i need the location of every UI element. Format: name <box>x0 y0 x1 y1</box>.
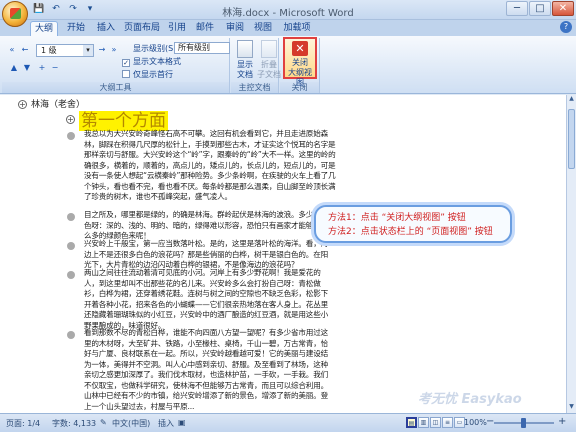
outline-view-button[interactable]: ≡ <box>442 417 453 428</box>
collapse-icon[interactable]: − <box>49 62 61 73</box>
collapse-subdocuments-label: 折叠 子文档 <box>257 60 281 79</box>
office-button[interactable] <box>2 1 28 27</box>
tab-addins[interactable]: 加载项 <box>282 21 312 36</box>
reading-view-button[interactable]: ▥ <box>418 417 429 428</box>
demote-to-body-icon[interactable]: » <box>108 44 120 55</box>
document-area[interactable]: + 林海（老舍） + 第一个方面 我总以为大兴安岭奇峰怪石高不可攀。这回有机会看到它… <box>0 95 566 413</box>
body-bullet-icon[interactable] <box>67 213 75 221</box>
subdocument-icon <box>261 40 277 58</box>
tab-review[interactable]: 审阅 <box>224 21 246 36</box>
zoom-in-button[interactable]: + <box>558 416 566 427</box>
group-outline-tools: « ← 1 级 ▾ → » ▲ ▼ + − 显示级别(S): 所有级别 ✓ 显示文… <box>2 38 230 93</box>
maximize-button[interactable]: □ <box>529 1 551 16</box>
title-bar: 💾 ↶ ↷ ▾ 林海.docx - Microsoft Word ─ □ ✕ <box>0 0 576 20</box>
outline-level-value: 1 级 <box>41 46 57 55</box>
group-master-document: 显示 文档 折叠 子文档 主控文档 <box>231 38 281 93</box>
paragraph-5[interactable]: 看到那数不尽的青松白桦，谁能不向四面八方望一望呢？有多少省市用过这里的木材呀，大… <box>84 328 330 412</box>
tab-mailings[interactable]: 邮件 <box>194 21 216 36</box>
close-outline-view-button[interactable]: ✕ 关闭 大纲视图 <box>283 37 317 87</box>
expand-plus-icon[interactable]: + <box>18 100 27 109</box>
tab-outline[interactable]: 大纲 <box>30 21 58 36</box>
show-level-label: 显示级别(S): <box>133 44 180 53</box>
tab-page-layout[interactable]: 页面布局 <box>122 21 162 36</box>
ribbon-tabs: 大纲 开始 插入 页面布局 引用 邮件 审阅 视图 加载项 <box>0 20 576 36</box>
outline-level-select[interactable]: 1 级 ▾ <box>36 44 94 57</box>
chevron-down-icon: ▾ <box>83 45 93 56</box>
collapse-subdocuments-button[interactable]: 折叠 子文档 <box>255 40 283 80</box>
promote-to-heading1-icon[interactable]: « <box>6 44 18 55</box>
expand-plus-icon[interactable]: + <box>66 115 75 124</box>
body-bullet-icon[interactable] <box>67 132 75 140</box>
ribbon: « ← 1 级 ▾ → » ▲ ▼ + − 显示级别(S): 所有级别 ✓ 显示文… <box>0 36 576 94</box>
callout-method-1: 方法1：点击 “关闭大纲视图” 按钮 <box>328 213 466 223</box>
h1-text: 第一个方面 <box>79 111 168 131</box>
page-indicator[interactable]: 页面: 1/4 <box>6 418 40 429</box>
move-up-icon[interactable]: ▲ <box>8 62 20 73</box>
paragraph-3[interactable]: 兴安岭上千般宝，第一应当数落叶松。是的，这里是落叶松的海洋。看，海边上不是还很多… <box>84 239 330 271</box>
vertical-scrollbar[interactable]: ▲ ▼ <box>566 95 576 413</box>
show-text-format-label: 显示文本格式 <box>133 57 181 66</box>
show-text-format-checkbox[interactable]: ✓ <box>122 59 130 67</box>
move-down-icon[interactable]: ▼ <box>21 62 33 73</box>
document-icon <box>237 40 253 58</box>
window-title: 林海.docx - Microsoft Word <box>222 8 354 19</box>
window-controls: ─ □ ✕ <box>506 1 574 16</box>
close-window-button[interactable]: ✕ <box>552 1 574 16</box>
page-view-button[interactable]: ▤ <box>406 417 417 428</box>
show-first-line-row[interactable]: 仅显示首行 <box>122 69 173 80</box>
show-first-line-checkbox[interactable] <box>122 70 130 78</box>
insert-mode-indicator[interactable]: 插入 <box>158 418 174 429</box>
paragraph-4[interactable]: 两山之间往往流动着清可见底的小河。河岸上有多少野花啊！我是爱花的人，到这里却叫不… <box>84 268 330 331</box>
show-text-format-row[interactable]: ✓ 显示文本格式 <box>122 56 181 67</box>
tab-references[interactable]: 引用 <box>166 21 188 36</box>
body-bullet-icon[interactable] <box>67 271 75 279</box>
close-outline-label-line1: 关闭 <box>292 58 308 67</box>
expand-icon[interactable]: + <box>36 62 48 73</box>
show-level-value: 所有级别 <box>178 43 210 52</box>
show-level-row: 显示级别(S): <box>122 43 179 54</box>
spell-check-icon[interactable]: ✎ <box>100 418 107 427</box>
show-document-label: 显示 文档 <box>237 60 253 79</box>
macro-record-icon[interactable]: ▣ <box>178 418 186 427</box>
tab-view[interactable]: 视图 <box>252 21 274 36</box>
show-first-line-label: 仅显示首行 <box>133 70 173 79</box>
master-document-group-label: 主控文档 <box>231 82 278 93</box>
scrollbar-thumb[interactable] <box>568 109 575 169</box>
tab-insert[interactable]: 插入 <box>94 21 118 36</box>
watermark-logo: 考无忧 Easykao <box>418 392 522 407</box>
body-bullet-icon[interactable] <box>67 242 75 250</box>
paragraph-2[interactable]: 目之所及，哪里都是绿的，的确是林海。群岭起伏是林海的波浪。多少种绿颜色呀：深的、… <box>84 210 336 242</box>
language-indicator[interactable]: 中文(中国) <box>112 418 150 429</box>
word-count[interactable]: 字数: 4,133 <box>52 418 96 429</box>
paragraph-1[interactable]: 我总以为大兴安岭奇峰怪石高不可攀。这回有机会看到它，并且走进原始森林，脚踩在积得… <box>84 129 336 213</box>
close-icon: ✕ <box>292 41 308 56</box>
web-layout-button[interactable]: ◫ <box>430 417 441 428</box>
outline-h1[interactable]: + 第一个方面 <box>66 106 168 131</box>
close-outline-label-line2: 大纲视图 <box>288 68 312 87</box>
callout-method-2: 方法2：点击状态栏上的 “页面视图” 按钮 <box>328 227 493 237</box>
promote-icon[interactable]: ← <box>19 44 31 55</box>
instruction-callout: 方法1：点击 “关闭大纲视图” 按钮 方法2：点击状态栏上的 “页面视图” 按钮 <box>314 205 512 243</box>
minimize-button[interactable]: ─ <box>506 1 528 16</box>
scroll-down-icon[interactable]: ▼ <box>567 403 576 413</box>
tab-home[interactable]: 开始 <box>62 21 90 36</box>
status-bar: 页面: 1/4 字数: 4,133 ✎ 中文(中国) 插入 ▣ ▤ ▥ ◫ ≡ … <box>0 413 576 432</box>
scroll-up-icon[interactable]: ▲ <box>567 95 576 105</box>
help-icon[interactable]: ? <box>560 21 572 33</box>
zoom-level[interactable]: 100% <box>464 418 487 427</box>
demote-icon[interactable]: → <box>96 44 108 55</box>
body-bullet-icon[interactable] <box>67 331 75 339</box>
outline-tools-group-label: 大纲工具 <box>2 82 229 93</box>
zoom-slider-knob[interactable] <box>521 418 526 428</box>
office-logo-icon <box>10 8 21 19</box>
show-level-select[interactable]: 所有级别 <box>174 42 230 54</box>
